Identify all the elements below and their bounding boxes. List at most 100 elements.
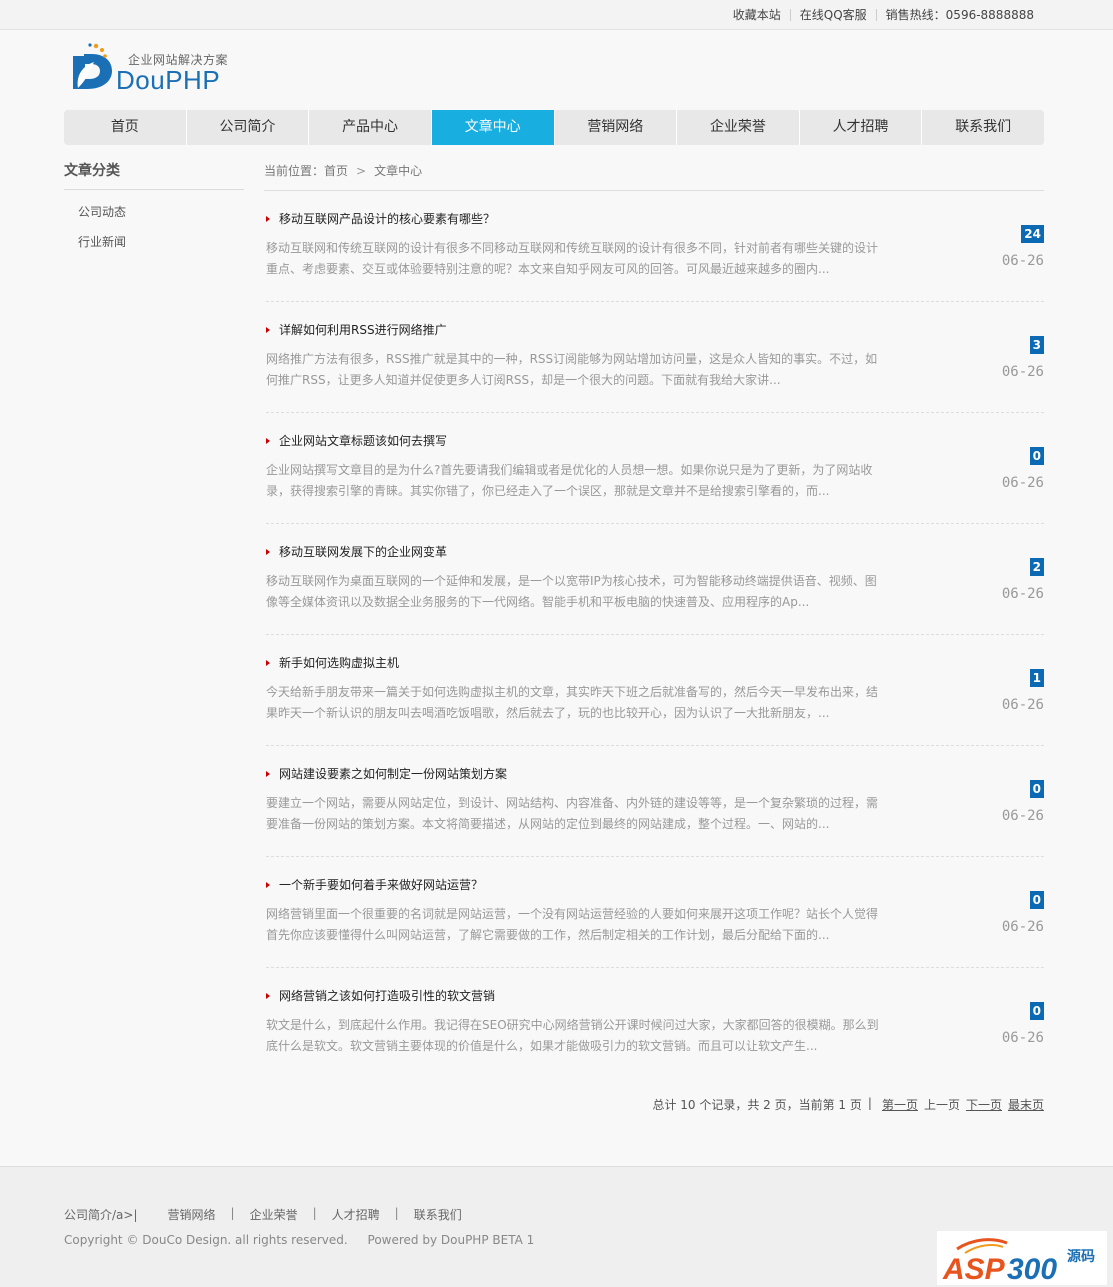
breadcrumb-separator: >	[356, 164, 367, 178]
article-list: 移动互联网产品设计的核心要素有哪些？ 移动互联网和传统互联网的设计有很多不同移动…	[264, 191, 1044, 1079]
article-date: 06-26	[1001, 364, 1044, 380]
sidebar: 文章分类 公司动态 行业新闻	[64, 160, 244, 261]
article-title[interactable]: 企业网站文章标题该如何去撰写	[279, 432, 447, 449]
view-count-badge: 1	[1029, 669, 1044, 687]
article-summary: 要建立一个网站，需要从网站定位，到设计、网站结构、内容准备、内外链的建设等等，是…	[266, 796, 879, 831]
red-arrow-icon	[266, 326, 270, 333]
svg-text:源码: 源码	[1067, 1248, 1095, 1265]
asp300-watermark-logo: ASP 300 源码	[937, 1231, 1107, 1286]
footer-link-separator: |	[394, 1206, 399, 1220]
view-count-badge: 0	[1029, 1002, 1044, 1020]
view-count-badge: 24	[1021, 225, 1044, 243]
nav-item-products[interactable]: 产品中心	[309, 110, 432, 145]
view-count-badge: 2	[1029, 558, 1044, 576]
bookmark-link[interactable]: 收藏本站	[724, 6, 790, 23]
red-arrow-icon	[266, 437, 270, 444]
category-list: 公司动态 行业新闻	[64, 190, 244, 261]
article-title-link[interactable]: 网络营销之该如何打造吸引性的软文营销	[266, 987, 495, 1004]
article-title[interactable]: 网站建设要素之如何制定一份网站策划方案	[279, 765, 507, 782]
sidebar-title: 文章分类	[64, 160, 244, 190]
top-bar: 收藏本站 在线QQ客服 销售热线：0596-8888888	[0, 0, 1113, 30]
article-summary: 网络营销里面一个很重要的名词就是网站运营，一个没有网站运营经验的人要如何来展开这…	[266, 907, 879, 942]
footer-links: 公司简介/a>| 营销网络 | 企业荣誉 | 人才招聘 | 联系我们	[64, 1206, 462, 1223]
article-item: 移动互联网产品设计的核心要素有哪些？ 移动互联网和传统互联网的设计有很多不同移动…	[266, 191, 1044, 302]
article-title[interactable]: 移动互联网产品设计的核心要素有哪些？	[279, 210, 495, 227]
red-arrow-icon	[266, 770, 270, 777]
copyright-text: Copyright © DouCo Design. all rights res…	[64, 1233, 348, 1247]
article-title-link[interactable]: 新手如何选购虚拟主机	[266, 654, 399, 671]
footer-link-marketing[interactable]: 营销网络	[168, 1206, 216, 1223]
red-arrow-icon	[266, 992, 270, 999]
top-links: 收藏本站 在线QQ客服 销售热线：0596-8888888	[724, 6, 1043, 23]
red-arrow-icon	[266, 215, 270, 222]
article-title[interactable]: 一个新手要如何着手来做好网站运营？	[279, 876, 483, 893]
article-title-link[interactable]: 一个新手要如何着手来做好网站运营？	[266, 876, 483, 893]
article-title[interactable]: 详解如何利用RSS进行网络推广	[279, 321, 447, 338]
main-content: 当前位置： 首页 > 文章中心 移动互联网产品设计的核心要素有哪些？ 移动互联网…	[264, 160, 1044, 1112]
first-page-link[interactable]: 第一页	[882, 1096, 918, 1113]
article-item: 网络营销之该如何打造吸引性的软文营销 软文是什么，到底起什么作用。我记得在SEO…	[266, 968, 1044, 1079]
article-summary: 今天给新手朋友带来一篇关于如何选购虚拟主机的文章，其实昨天下班之后就准备写的，然…	[266, 685, 879, 720]
pagination-summary: 总计 10 个记录，共 2 页，当前第 1 页	[652, 1098, 862, 1112]
article-summary: 网络推广方法有很多，RSS推广就是其中的一种，RSS订阅能够为网站增加访问量，这…	[266, 352, 878, 387]
article-title-link[interactable]: 移动互联网发展下的企业网变革	[266, 543, 447, 560]
nav-item-about[interactable]: 公司简介	[187, 110, 310, 145]
breadcrumb-prefix: 当前位置：	[264, 164, 325, 178]
article-summary: 企业网站撰写文章目的是为什么?首先要请我们编辑或者是优化的人员想一想。如果你说只…	[266, 463, 873, 498]
breadcrumb-home-link[interactable]: 首页	[324, 160, 348, 190]
article-title[interactable]: 新手如何选购虚拟主机	[279, 654, 399, 671]
footer-link-about[interactable]: 公司简介/a>|	[64, 1206, 138, 1223]
nav-item-honors[interactable]: 企业荣誉	[677, 110, 800, 145]
article-title-link[interactable]: 企业网站文章标题该如何去撰写	[266, 432, 447, 449]
sales-hotline: 销售热线：0596-8888888	[885, 8, 1034, 22]
article-item: 新手如何选购虚拟主机 今天给新手朋友带来一篇关于如何选购虚拟主机的文章，其实昨天…	[266, 635, 1044, 746]
footer-link-jobs[interactable]: 人才招聘	[332, 1206, 380, 1223]
main-nav: 首页 公司简介 产品中心 文章中心 营销网络 企业荣誉 人才招聘 联系我们	[64, 110, 1044, 145]
view-count-badge: 3	[1029, 336, 1044, 354]
powered-by-text: Powered by DouPHP BETA 1	[367, 1233, 535, 1247]
article-item: 网站建设要素之如何制定一份网站策划方案 要建立一个网站，需要从网站定位，到设计、…	[266, 746, 1044, 857]
red-arrow-icon	[266, 881, 270, 888]
red-arrow-icon	[266, 659, 270, 666]
sidebar-item-company-news[interactable]: 公司动态	[64, 201, 244, 231]
footer-link-contact[interactable]: 联系我们	[414, 1206, 462, 1223]
view-count-badge: 0	[1029, 780, 1044, 798]
article-summary: 软文是什么，到底起什么作用。我记得在SEO研究中心网络营销公开课时候问过大家，大…	[266, 1018, 879, 1053]
article-date: 06-26	[1001, 253, 1044, 269]
article-item: 移动互联网发展下的企业网变革 移动互联网作为桌面互联网的一个延伸和发展，是一个以…	[266, 524, 1044, 635]
article-item: 企业网站文章标题该如何去撰写 企业网站撰写文章目的是为什么?首先要请我们编辑或者…	[266, 413, 1044, 524]
article-summary: 移动互联网作为桌面互联网的一个延伸和发展，是一个以宽带IP为核心技术，可为智能移…	[266, 574, 877, 609]
red-arrow-icon	[266, 548, 270, 555]
article-title[interactable]: 网络营销之该如何打造吸引性的软文营销	[279, 987, 495, 1004]
article-date: 06-26	[1001, 808, 1044, 824]
article-date: 06-26	[1001, 697, 1044, 713]
article-title-link[interactable]: 网站建设要素之如何制定一份网站策划方案	[266, 765, 507, 782]
sidebar-item-industry-news[interactable]: 行业新闻	[64, 231, 244, 261]
svg-text:300: 300	[1007, 1253, 1057, 1285]
nav-item-articles[interactable]: 文章中心	[431, 110, 555, 145]
footer-link-honors[interactable]: 企业荣誉	[250, 1206, 298, 1223]
last-page-link[interactable]: 最末页	[1008, 1096, 1044, 1113]
breadcrumb-current: 文章中心	[374, 164, 423, 178]
nav-item-contact[interactable]: 联系我们	[922, 110, 1044, 145]
article-title-link[interactable]: 移动互联网产品设计的核心要素有哪些？	[266, 210, 495, 227]
article-title[interactable]: 移动互联网发展下的企业网变革	[279, 543, 447, 560]
nav-item-home[interactable]: 首页	[64, 110, 187, 145]
nav-item-marketing[interactable]: 营销网络	[555, 110, 678, 145]
article-date: 06-26	[1001, 586, 1044, 602]
next-page-link[interactable]: 下一页	[966, 1096, 1002, 1113]
article-summary: 移动互联网和传统互联网的设计有很多不同移动互联网和传统互联网的设计有很多不同，针…	[266, 241, 879, 276]
qq-service-link[interactable]: 在线QQ客服	[791, 6, 876, 23]
article-date: 06-26	[1001, 1030, 1044, 1046]
view-count-badge: 0	[1029, 447, 1044, 465]
svg-text:ASP: ASP	[942, 1253, 1006, 1285]
prev-page-link[interactable]: 上一页	[924, 1096, 960, 1113]
article-item: 一个新手要如何着手来做好网站运营？ 网络营销里面一个很重要的名词就是网站运营，一…	[266, 857, 1044, 968]
site-logo[interactable]: 企业网站解决方案 DouPHP	[70, 42, 240, 98]
view-count-badge: 0	[1029, 891, 1044, 909]
article-title-link[interactable]: 详解如何利用RSS进行网络推广	[266, 321, 447, 338]
article-date: 06-26	[1001, 475, 1044, 491]
pagination: 总计 10 个记录，共 2 页，当前第 1 页 | 第一页 上一页 下一页 最末…	[652, 1096, 1044, 1113]
nav-item-jobs[interactable]: 人才招聘	[800, 110, 923, 145]
footer-link-separator: |	[312, 1206, 317, 1220]
